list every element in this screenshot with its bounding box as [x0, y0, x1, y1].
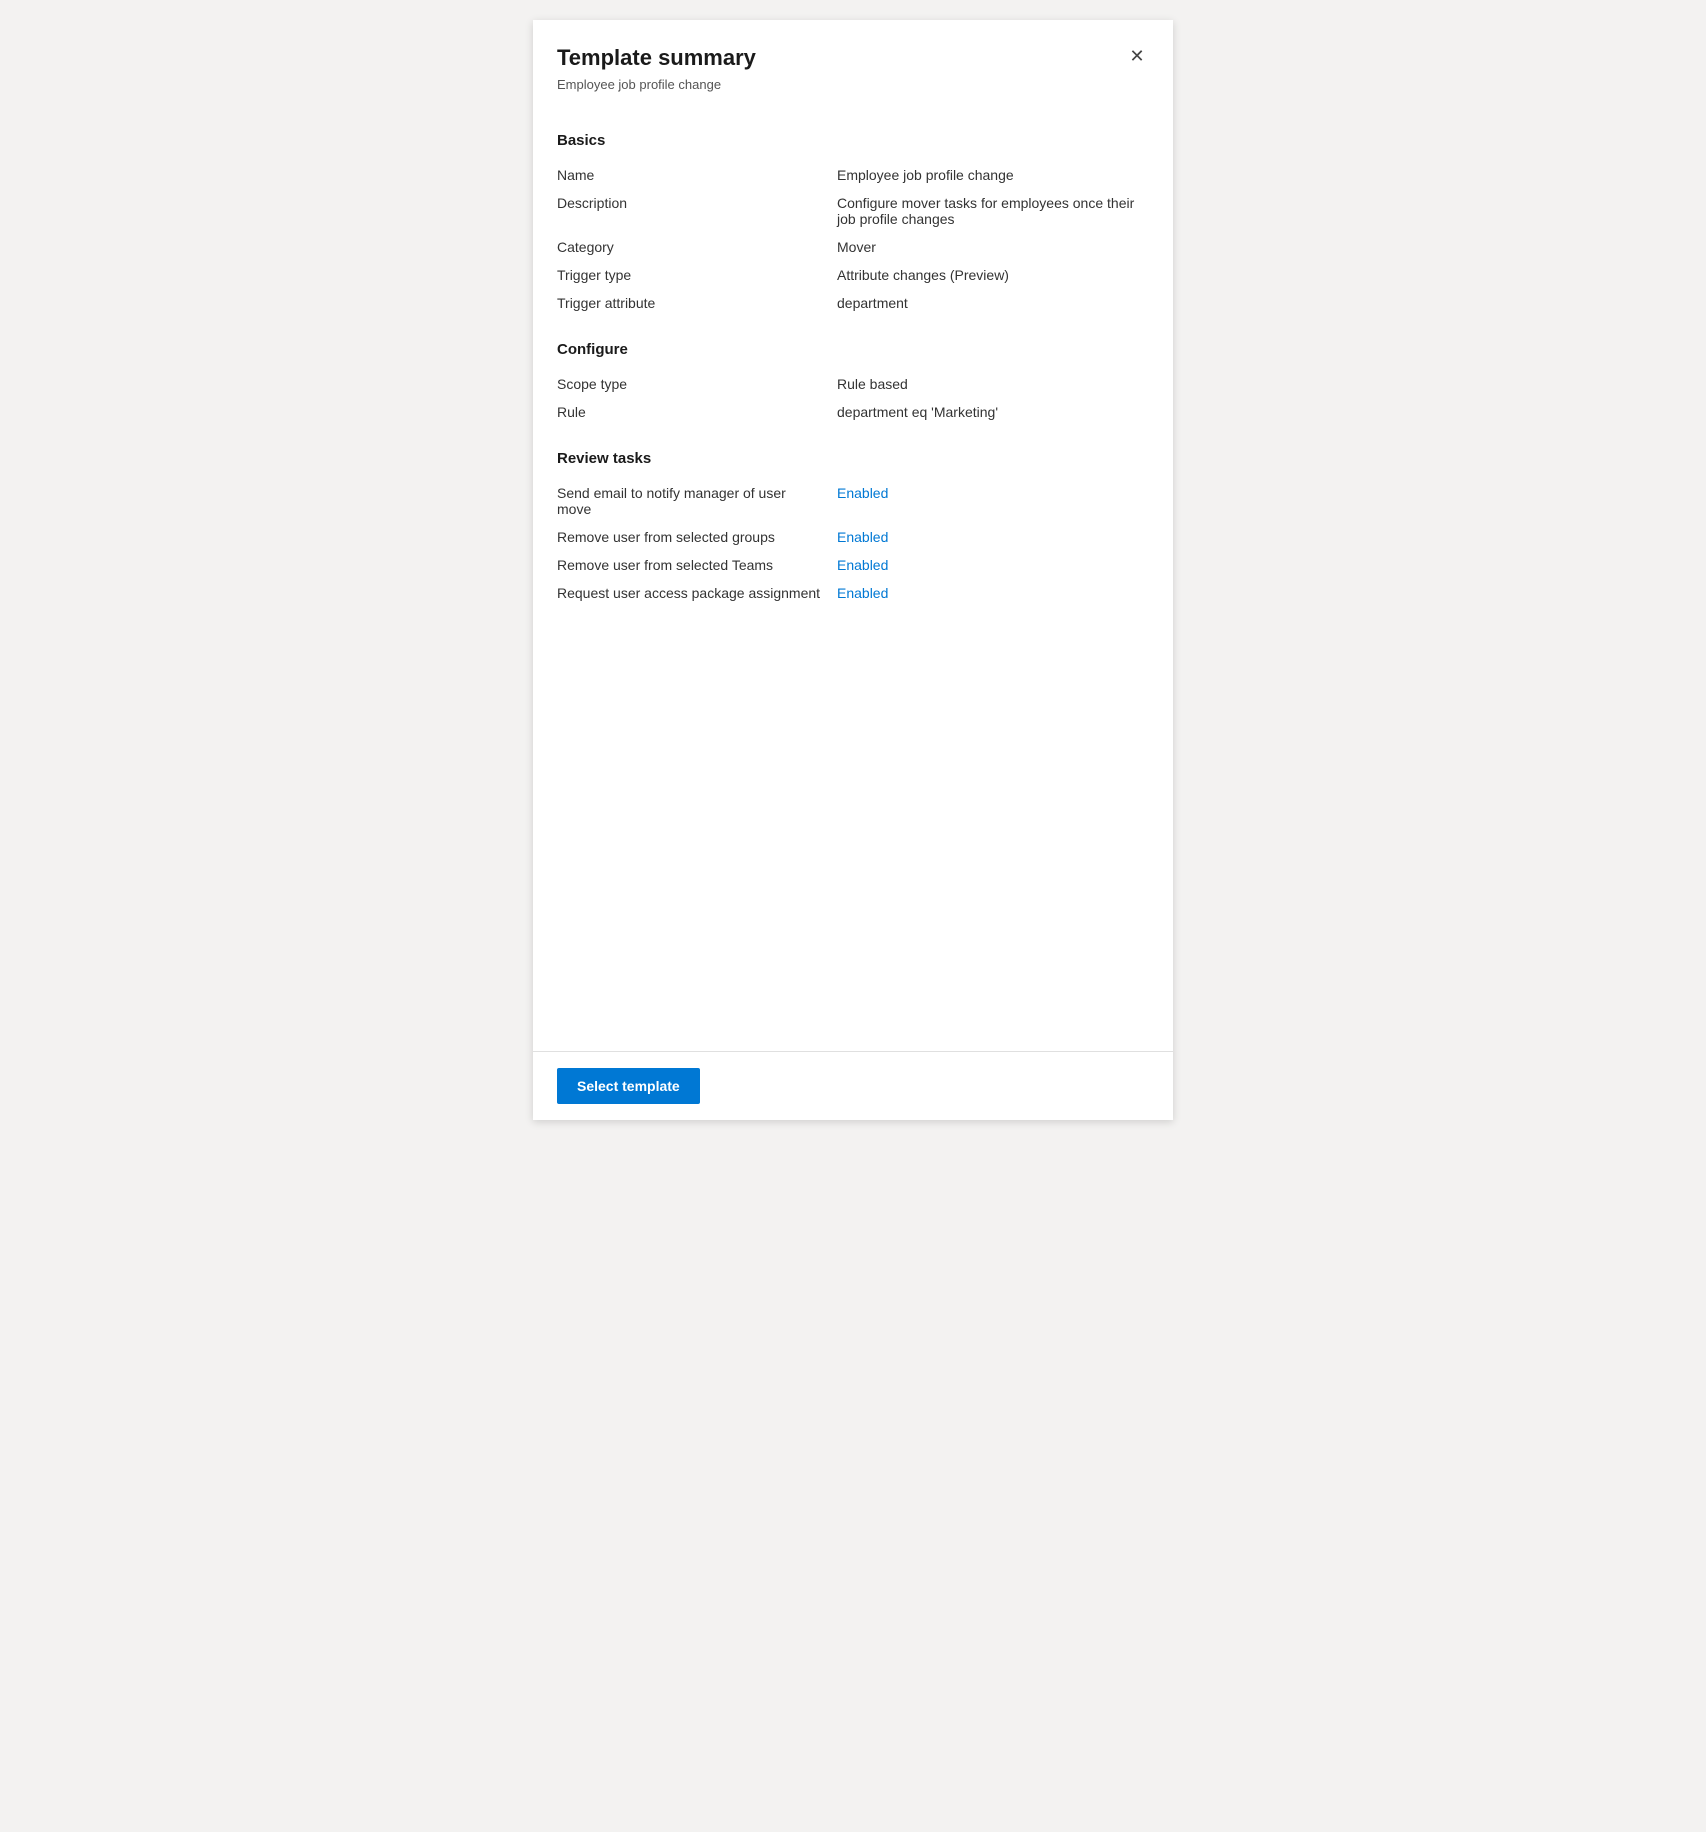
- field-value-trigger-type: Attribute changes (Preview): [837, 267, 1149, 283]
- field-value-category: Mover: [837, 239, 1149, 255]
- basics-heading: Basics: [557, 132, 1149, 149]
- field-label-send-email: Send email to notify manager of user mov…: [557, 485, 837, 517]
- panel-footer: Select template: [533, 1051, 1173, 1120]
- field-send-email: Send email to notify manager of user mov…: [557, 479, 1149, 523]
- field-value-remove-groups: Enabled: [837, 529, 1149, 545]
- field-value-remove-teams: Enabled: [837, 557, 1149, 573]
- field-label-trigger-type: Trigger type: [557, 267, 837, 283]
- field-value-send-email: Enabled: [837, 485, 1149, 501]
- panel-subtitle: Employee job profile change: [557, 77, 1149, 92]
- field-trigger-attribute: Trigger attribute department: [557, 289, 1149, 317]
- field-category: Category Mover: [557, 233, 1149, 261]
- field-value-rule: department eq 'Marketing': [837, 404, 1149, 420]
- field-value-name: Employee job profile change: [837, 167, 1149, 183]
- review-tasks-heading: Review tasks: [557, 450, 1149, 467]
- field-label-trigger-attribute: Trigger attribute: [557, 295, 837, 311]
- field-value-description: Configure mover tasks for employees once…: [837, 195, 1149, 227]
- field-label-scope-type: Scope type: [557, 376, 837, 392]
- close-icon: ✕: [1129, 46, 1144, 67]
- field-access-package: Request user access package assignment E…: [557, 579, 1149, 607]
- field-label-category: Category: [557, 239, 837, 255]
- panel-content: Basics Name Employee job profile change …: [533, 108, 1173, 1051]
- close-button[interactable]: ✕: [1121, 40, 1153, 72]
- field-remove-groups: Remove user from selected groups Enabled: [557, 523, 1149, 551]
- field-value-scope-type: Rule based: [837, 376, 1149, 392]
- configure-section: Configure Scope type Rule based Rule dep…: [557, 341, 1149, 426]
- field-label-access-package: Request user access package assignment: [557, 585, 837, 601]
- review-tasks-section: Review tasks Send email to notify manage…: [557, 450, 1149, 607]
- panel-title: Template summary: [557, 44, 1149, 73]
- field-description: Description Configure mover tasks for em…: [557, 189, 1149, 233]
- configure-heading: Configure: [557, 341, 1149, 358]
- field-trigger-type: Trigger type Attribute changes (Preview): [557, 261, 1149, 289]
- field-rule: Rule department eq 'Marketing': [557, 398, 1149, 426]
- field-label-rule: Rule: [557, 404, 837, 420]
- field-value-trigger-attribute: department: [837, 295, 1149, 311]
- select-template-button[interactable]: Select template: [557, 1068, 700, 1104]
- field-label-remove-teams: Remove user from selected Teams: [557, 557, 837, 573]
- field-value-access-package: Enabled: [837, 585, 1149, 601]
- field-name: Name Employee job profile change: [557, 161, 1149, 189]
- field-scope-type: Scope type Rule based: [557, 370, 1149, 398]
- basics-section: Basics Name Employee job profile change …: [557, 132, 1149, 317]
- field-label-description: Description: [557, 195, 837, 211]
- field-label-remove-groups: Remove user from selected groups: [557, 529, 837, 545]
- field-label-name: Name: [557, 167, 837, 183]
- field-remove-teams: Remove user from selected Teams Enabled: [557, 551, 1149, 579]
- template-summary-panel: Template summary Employee job profile ch…: [533, 20, 1173, 1120]
- panel-header: Template summary Employee job profile ch…: [533, 20, 1173, 108]
